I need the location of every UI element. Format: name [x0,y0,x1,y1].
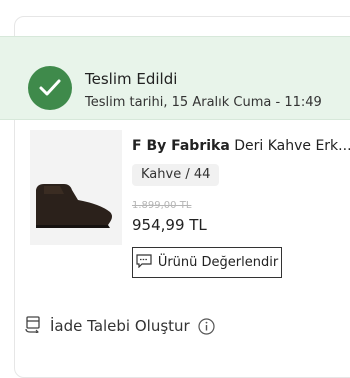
return-package-icon [24,315,42,337]
info-icon[interactable] [198,317,215,335]
review-product-label: Ürünü Değerlendir [157,255,279,270]
create-return-request-link[interactable]: İade Talebi Oluştur [24,315,215,337]
delivered-check-icon [28,66,72,110]
product-variant: Kahve / 44 [132,164,220,186]
review-product-button[interactable]: Ürünü Değerlendir [132,247,282,278]
product-name: Deri Kahve Erk... [234,138,350,154]
old-price: 1.899,00 TL [132,200,192,211]
product-title[interactable]: F By Fabrika Deri Kahve Erk... [132,138,350,154]
delivery-date: Teslim tarihi, 15 Aralık Cuma - 11:49 [85,95,322,110]
product-image[interactable] [30,130,122,245]
delivery-status-title: Teslim Edildi [85,70,178,88]
comment-icon [136,253,152,272]
product-brand: F By Fabrika [132,138,230,154]
create-return-request-label: İade Talebi Oluştur [50,317,190,335]
current-price: 954,99 TL [132,216,207,234]
